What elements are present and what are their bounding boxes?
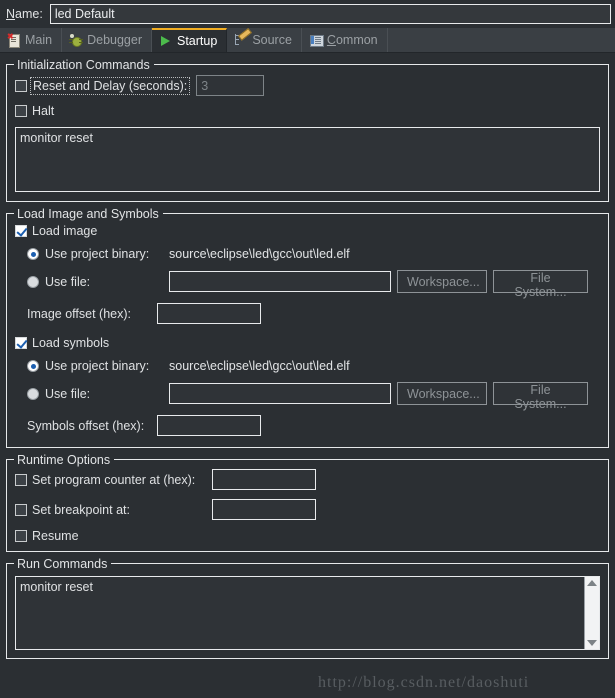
tab-bar: ✖ Main Debugger Startup Source Common [0,27,615,53]
run-commands-textarea-wrap [15,576,600,650]
play-icon [159,34,173,48]
symbols-use-project-binary-label: Use project binary: [45,359,150,373]
symbols-use-file-label: Use file: [45,386,91,401]
symbols-project-binary-path: source\eclipse\led\gcc\out\led.elf [169,359,350,373]
set-program-counter-input[interactable] [212,469,316,490]
symbols-use-project-binary-radio[interactable] [27,360,39,372]
runtime-options-group: Runtime Options Set program counter at (… [6,453,609,552]
image-use-project-binary-radio[interactable] [27,248,39,260]
tab-source[interactable]: Source [227,27,302,52]
source-tree-icon [234,27,253,47]
name-input[interactable] [49,4,611,24]
load-image-and-symbols-group: Load Image and Symbols Load image Use pr… [6,207,609,448]
tab-debugger-label: Debugger [87,33,142,47]
image-use-file-radio[interactable] [27,275,39,288]
load-symbols-row: Load symbols [15,336,600,350]
run-commands-scrollbar[interactable] [584,577,599,649]
image-project-binary-path: source\eclipse\led\gcc\out\led.elf [169,247,350,261]
initialization-commands-group: Initialization Commands Reset and Delay … [6,58,609,202]
document-error-icon: ✖ [7,33,21,48]
tab-main[interactable]: ✖ Main [0,28,63,52]
tab-startup-label: Startup [177,34,218,48]
image-filesystem-button[interactable]: File System... [493,270,588,299]
symbols-workspace-button[interactable]: Workspace... [397,382,487,405]
symbols-filesystem-button[interactable]: File System... [493,382,588,411]
set-breakpoint-checkbox[interactable] [15,503,27,516]
window-list-icon [309,33,324,47]
image-use-file-row: Use file: Workspace... File System... [15,270,600,299]
initialization-commands-legend: Initialization Commands [14,58,154,72]
tab-bar-filler [388,28,615,52]
load-image-label: Load image [32,224,98,238]
load-image-and-symbols-legend: Load Image and Symbols [14,207,163,221]
tab-main-label: Main [25,33,53,47]
resume-row: Resume [15,529,600,543]
set-program-counter-checkbox[interactable] [15,473,27,486]
image-use-file-input[interactable] [169,271,391,292]
halt-checkbox[interactable] [15,105,27,117]
watermark-text: http://blog.csdn.net/daoshuti [318,674,530,691]
name-label-mnemonic: N [6,7,16,21]
set-breakpoint-label: Set breakpoint at: [32,502,130,517]
symbols-offset-input[interactable] [157,415,261,436]
image-use-file-label: Use file: [45,274,91,289]
symbols-use-project-binary-row: Use project binary: source\eclipse\led\g… [15,359,600,373]
reset-and-delay-checkbox[interactable] [15,79,27,92]
symbols-offset-row: Symbols offset (hex): [15,415,600,436]
run-commands-textarea[interactable] [16,577,584,649]
reset-and-delay-row: Reset and Delay (seconds): [15,75,600,96]
reset-and-delay-label: Reset and Delay (seconds): [29,76,191,95]
initialization-commands-textarea-wrap [15,127,600,192]
initialization-commands-textarea[interactable] [16,128,599,191]
tab-common[interactable]: Common [302,28,388,52]
symbols-use-file-row: Use file: Workspace... File System... [15,382,600,411]
set-program-counter-label: Set program counter at (hex): [32,472,196,487]
resume-checkbox[interactable] [15,530,27,542]
tab-common-mnemonic: C [326,33,336,47]
symbols-use-file-radio[interactable] [27,387,39,400]
image-use-project-binary-row: Use project binary: source\eclipse\led\g… [15,247,600,261]
bug-icon [69,33,84,47]
image-use-project-binary-label: Use project binary: [45,247,150,261]
name-label: Name: [6,7,43,21]
run-commands-group: Run Commands [6,557,609,659]
resume-label: Resume [32,529,79,543]
image-offset-label: Image offset (hex): [27,306,131,321]
load-symbols-label: Load symbols [32,336,110,350]
tab-source-label: Source [252,33,292,47]
scroll-up-icon[interactable] [587,580,597,586]
load-image-checkbox[interactable] [15,225,28,237]
run-commands-legend: Run Commands [14,557,112,571]
set-breakpoint-input[interactable] [212,499,316,520]
image-workspace-button[interactable]: Workspace... [397,270,487,293]
image-offset-row: Image offset (hex): [15,303,600,324]
set-breakpoint-row: Set breakpoint at: [15,499,600,520]
scroll-down-icon[interactable] [587,640,597,646]
tab-common-label: Common [327,33,378,47]
tab-common-label-rest: ommon [335,33,378,47]
set-program-counter-row: Set program counter at (hex): [15,469,600,490]
halt-row: Halt [15,104,600,118]
name-row: Name: [0,0,615,28]
tab-debugger[interactable]: Debugger [62,28,152,52]
image-offset-input[interactable] [157,303,261,324]
runtime-options-legend: Runtime Options [14,453,115,467]
load-symbols-checkbox[interactable] [15,337,28,349]
name-label-rest: ame: [15,7,43,21]
halt-label: Halt [32,104,55,118]
startup-panel: Initialization Commands Reset and Delay … [0,58,615,659]
symbols-offset-label: Symbols offset (hex): [27,418,145,433]
tab-startup[interactable]: Startup [152,28,228,52]
symbols-use-file-input[interactable] [169,383,391,404]
reset-delay-seconds-input[interactable] [196,75,265,96]
load-image-row: Load image [15,224,600,238]
